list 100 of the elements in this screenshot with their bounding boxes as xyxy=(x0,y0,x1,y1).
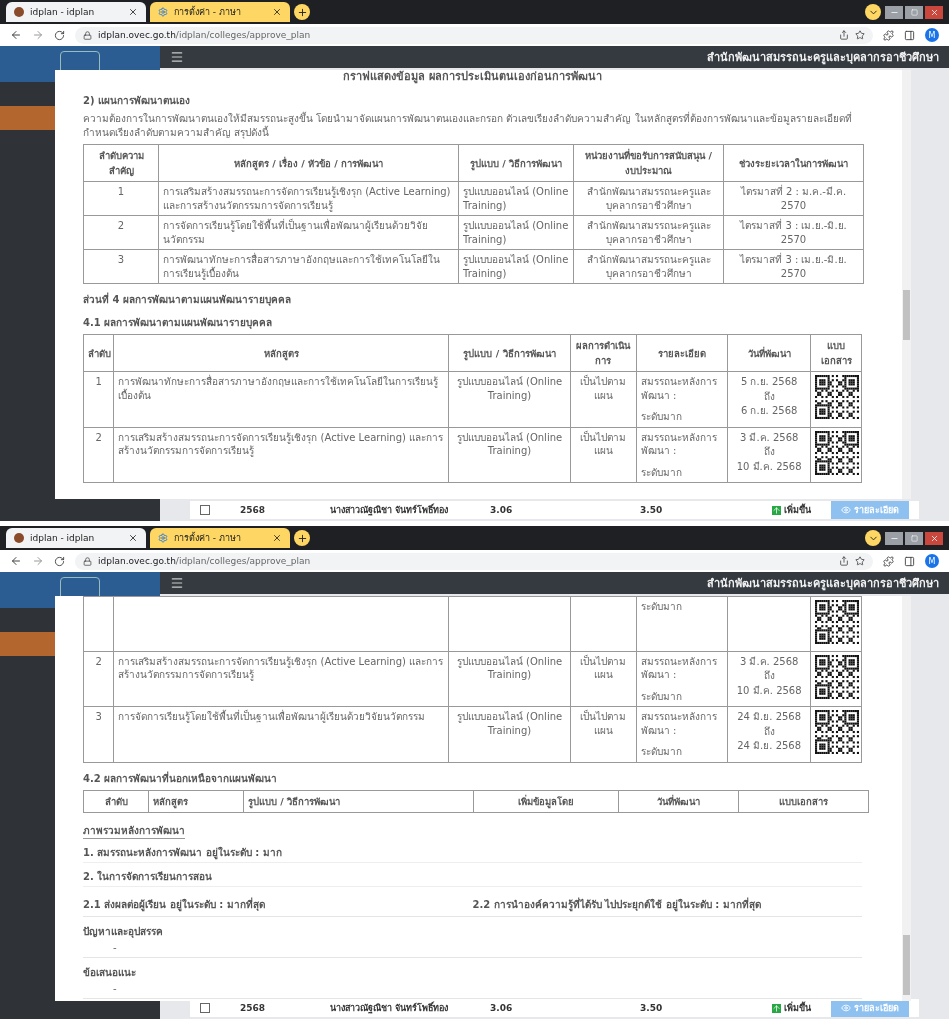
menu-icon[interactable] xyxy=(170,576,184,590)
close-icon[interactable] xyxy=(272,7,282,17)
browser-tab[interactable]: idplan - idplan xyxy=(6,2,146,22)
side-panel-icon[interactable] xyxy=(904,555,915,567)
close-icon[interactable] xyxy=(128,7,138,17)
profile-avatar[interactable]: M xyxy=(925,28,939,42)
table-cell: การจัดการเรียนรู้โดยใช้พื้นที่เป็นฐานเพื่อพัฒนาผู้เรียนด้วยวิจัยนวัตกรรม xyxy=(113,706,449,762)
table-cell: การพัฒนาทักษะการสื่อสารภาษาอังกฤษและการใช้เทคโนโลยีในการเรียนรู้เบื้องต้น xyxy=(113,371,449,427)
new-tab-button[interactable] xyxy=(294,4,310,20)
column-header: แบบเอกสาร xyxy=(738,790,869,812)
column-header: แบบเอกสาร xyxy=(810,334,862,372)
top-header: สำนักพัฒนาสมรรถนะครูและบุคลากรอาชีวศึกษา xyxy=(160,572,949,594)
column-header: วันที่พัฒนา xyxy=(727,334,811,372)
table-cell: รูปแบบออนไลน์ (Online Training) xyxy=(448,427,571,483)
summary-text: 1. สมรรถนะหลังการพัฒนา อยู่ในระดับ : มาก xyxy=(83,842,862,863)
gear-icon xyxy=(158,533,168,543)
maximize-button[interactable] xyxy=(905,5,923,19)
extensions-icon[interactable] xyxy=(883,29,894,41)
close-icon[interactable] xyxy=(272,533,282,543)
qr-code xyxy=(815,430,860,475)
maximize-button[interactable] xyxy=(905,531,923,545)
share-icon[interactable] xyxy=(839,556,849,566)
profile-avatar[interactable]: M xyxy=(925,554,939,568)
table-cell: รูปแบบออนไลน์ (Online Training) xyxy=(448,651,571,707)
scrollbar[interactable] xyxy=(902,70,911,499)
eye-icon xyxy=(841,505,851,515)
minimize-button[interactable] xyxy=(885,531,903,545)
back-icon[interactable] xyxy=(10,29,22,41)
column-header: รูปแบบ / วิธีการพัฒนา xyxy=(458,144,574,182)
detail-text: ระดับมาก xyxy=(640,689,683,703)
summary-text: 2.2 การนำองค์ความรู้ที่ได้รับ ไปประยุกต์ใช้ อยู่ในระดับ : มากที่สุด xyxy=(472,896,762,912)
table-row: 2568 นางสาวณัฐณิชา จันทร์โพธิ์ทอง 3.06 3.50 เพิ่มขึ้น รายละเอียด xyxy=(190,501,919,519)
detail-text: ระดับมาก xyxy=(640,745,683,759)
qr-code xyxy=(815,600,860,644)
modal-title: กราฟแสดงข้อมูล ผลการประเมินตนเองก่อนการพัฒนา xyxy=(342,70,603,85)
plus-icon xyxy=(296,532,308,544)
table-cell: รูปแบบออนไลน์ (Online Training) xyxy=(458,215,574,250)
table-cell: การพัฒนาทักษะการสื่อสารภาษาอังกฤษและการใช้เทคโนโลยีในการเรียนรู้เบื้องต้น xyxy=(158,249,459,284)
scrollbar[interactable] xyxy=(902,596,911,1001)
column-header: เพิ่มข้อมูลโดย xyxy=(473,790,619,812)
table-cell: รูปแบบออนไลน์ (Online Training) xyxy=(458,181,574,216)
url-path: /idplan/colleges/approve_plan xyxy=(175,556,311,566)
date-text: 5 ก.ย. 2568 xyxy=(739,375,799,389)
table-cell: การจัดการเรียนรู้โดยใช้พื้นที่เป็นฐานเพื่อพัฒนาผู้เรียนด้วยวิจัยนวัตกรรม xyxy=(158,215,459,250)
section-heading: 4.2 ผลการพัฒนาที่นอกเหนือจากแผนพัฒนา xyxy=(83,770,279,786)
column-header: รายละเอียด xyxy=(636,334,728,372)
extensions-icon[interactable] xyxy=(883,555,894,567)
address-bar[interactable]: idplan.ovec.go.th/idplan/colleges/approve_plan xyxy=(75,552,873,570)
table-cell: รูปแบบออนไลน์ (Online Training) xyxy=(458,249,574,284)
column-header: ลำดับ xyxy=(83,790,149,812)
star-icon[interactable] xyxy=(855,30,865,40)
date-text: 24 มิ.ย. 2568 xyxy=(736,739,803,753)
site-icon xyxy=(14,533,24,543)
date-text: 3 มี.ค. 2568 xyxy=(738,430,800,444)
date-text: 10 มี.ค. 2568 xyxy=(735,683,803,697)
table-cell: การเสริมสร้างสมรรถนะการจัดการเรียนรู้เชิงรุก (Active Learning) และการสร้างนวัตกรรมการจัดการเรียนรู้ xyxy=(113,427,449,483)
menu-icon[interactable] xyxy=(170,50,184,64)
table-cell: รูปแบบออนไลน์ (Online Training) xyxy=(448,706,571,762)
date-text: ถึง xyxy=(762,445,776,459)
detail-text: สมรรถนะหลังการพัฒนา : xyxy=(640,375,718,402)
trend-label: เพิ่มขึ้น xyxy=(772,1001,811,1015)
browser-tab[interactable]: การตั้งค่า - ภาษา xyxy=(150,2,290,22)
close-icon[interactable] xyxy=(128,533,138,543)
table-cell: 2 xyxy=(83,651,114,707)
table-cell: สำนักพัฒนาสมรรถนะครูและบุคลากรอาชีวศึกษา xyxy=(573,181,724,216)
checkbox[interactable] xyxy=(200,505,210,515)
up-arrow-icon xyxy=(772,505,781,515)
up-arrow-icon xyxy=(772,1003,781,1013)
tab-search-button[interactable] xyxy=(865,530,881,546)
close-button[interactable] xyxy=(925,5,943,19)
tab-search-button[interactable] xyxy=(865,4,881,20)
table-cell: ไตรมาสที่ 3 : เม.ย.-มิ.ย. 2570 xyxy=(723,215,864,250)
reload-icon[interactable] xyxy=(54,555,65,567)
browser-tab[interactable]: idplan - idplan xyxy=(6,528,146,548)
field-value: - xyxy=(112,982,118,994)
date-text: ถึง xyxy=(762,724,776,738)
checkbox[interactable] xyxy=(200,1003,210,1013)
minimize-button[interactable] xyxy=(885,5,903,19)
column-header: รูปแบบ / วิธีการพัฒนา xyxy=(243,790,474,812)
new-tab-button[interactable] xyxy=(294,530,310,546)
table-cell: เป็นไปตามแผน xyxy=(570,651,637,707)
back-icon[interactable] xyxy=(10,555,22,567)
reload-icon[interactable] xyxy=(54,29,65,41)
plus-icon xyxy=(296,6,308,18)
summary-text: 2.1 ส่งผลต่อผู้เรียน อยู่ในระดับ : มากที่สุด xyxy=(83,896,266,912)
section-heading: 2) แผนการพัฒนาตนเอง xyxy=(83,94,191,108)
column-header: ลำดับความสำคัญ xyxy=(83,144,159,182)
close-button[interactable] xyxy=(925,531,943,545)
address-bar[interactable]: idplan.ovec.go.th/idplan/colleges/approve_plan xyxy=(75,26,873,44)
browser-tab[interactable]: การตั้งค่า - ภาษา xyxy=(150,528,290,548)
date-text: 24 มิ.ย. 2568 xyxy=(736,710,803,724)
table-cell: 3 xyxy=(83,706,114,762)
star-icon[interactable] xyxy=(855,556,865,566)
table-cell: การเสริมสร้างสมรรถนะการจัดการเรียนรู้เชิงรุก (Active Learning) และการสร้างนวัตกรรมการจัดการเรียนรู้ xyxy=(158,181,459,216)
table-cell: 3 xyxy=(83,249,159,284)
share-icon[interactable] xyxy=(839,30,849,40)
close-icon xyxy=(929,533,939,543)
section-heading: ภาพรวมหลังการพัฒนา xyxy=(83,822,185,839)
side-panel-icon[interactable] xyxy=(904,29,915,41)
table-cell: เป็นไปตามแผน xyxy=(570,706,637,762)
